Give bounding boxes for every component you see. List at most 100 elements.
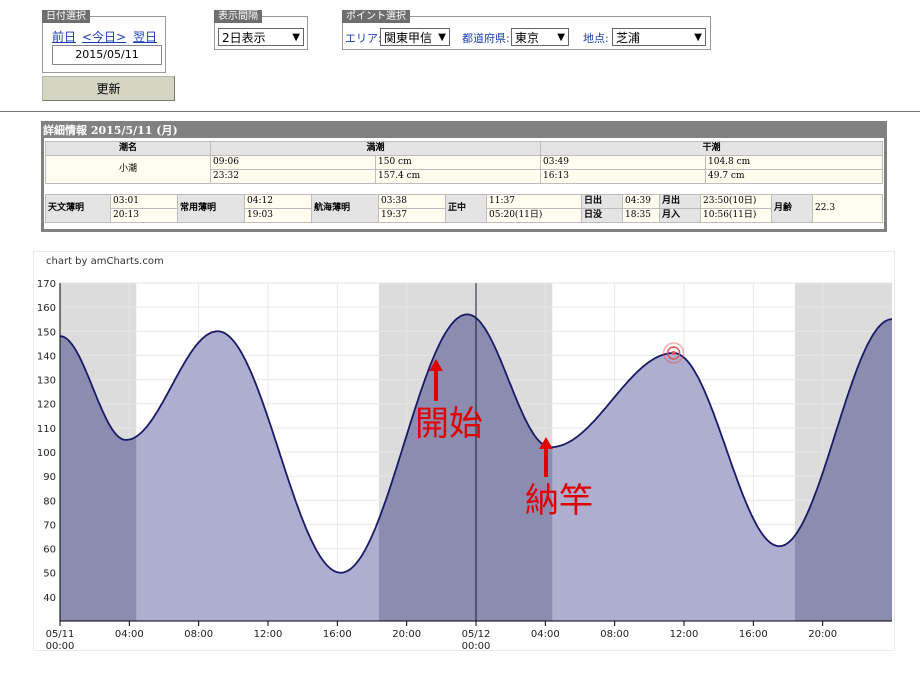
high-time-2: 23:32	[210, 169, 376, 184]
moon-age-value: 22.3	[812, 194, 883, 223]
area-value: 関東甲信	[384, 31, 433, 45]
noon-label: 正中	[445, 194, 487, 223]
y-tick-label: 140	[37, 351, 56, 362]
low-tide-header: 干潮	[540, 141, 883, 156]
y-tick-label: 120	[37, 400, 56, 411]
spot-label: 地点:	[583, 32, 609, 45]
next-day-link[interactable]: 翌日	[133, 28, 157, 45]
display-interval-group: 表示間隔 2日表示 ▼	[214, 10, 310, 52]
low-time-2: 16:13	[540, 169, 706, 184]
detail-panel: 詳細情報 2015/5/11 (月) 潮名 満潮 干潮 小潮 09:06 150…	[41, 121, 887, 232]
point-select-label: ポイント選択	[342, 10, 410, 23]
chevron-down-icon: ▼	[438, 32, 446, 43]
sunrise-value: 04:39	[622, 194, 660, 209]
astro-twilight-label: 天文薄明	[45, 194, 111, 223]
x-tick-label: 04:00	[115, 629, 144, 640]
x-tick-label-2: 00:00	[462, 641, 491, 651]
chevron-down-icon: ▼	[292, 32, 300, 43]
moonset-label: 月入	[659, 208, 701, 223]
sun-moon-table: 天文薄明 03:01 常用薄明 04:12 航海薄明 03:38 正中 11:3…	[45, 194, 883, 223]
x-tick-label: 05/12	[462, 629, 491, 640]
x-tick-label: 08:00	[600, 629, 629, 640]
tide-chart[interactable]: 40 50 60 70 80 90 100 110 120 130 140 150 160 170 05/1…	[33, 251, 895, 652]
sunrise-label: 日出	[581, 194, 623, 209]
x-tick-label: 20:00	[392, 629, 421, 640]
update-button[interactable]: 更新	[42, 76, 175, 101]
marker-dot	[671, 351, 676, 356]
moonrise-label: 月出	[659, 194, 701, 209]
noon-2: 05:20(11日)	[486, 208, 582, 223]
astro-twilight-2: 20:13	[110, 208, 178, 223]
y-tick-label: 150	[37, 327, 56, 338]
high-time-1: 09:06	[210, 155, 376, 170]
moonset-value: 10:56(11日)	[700, 208, 772, 223]
y-tick-label: 160	[37, 303, 56, 314]
high-level-1: 150 cm	[375, 155, 541, 170]
tide-table: 潮名 満潮 干潮 小潮 09:06 150 cm 03:49 104.8 cm …	[45, 141, 883, 184]
tide-name-header: 潮名	[45, 141, 211, 156]
x-tick-label: 12:00	[254, 629, 283, 640]
x-tick-label: 16:00	[739, 629, 768, 640]
sunset-label: 日没	[581, 208, 623, 223]
x-tick-label: 16:00	[323, 629, 352, 640]
y-tick-label: 80	[43, 496, 56, 507]
area-select[interactable]: 関東甲信 ▼	[380, 28, 450, 46]
display-interval-label: 表示間隔	[214, 10, 262, 23]
area-label: エリア:	[345, 32, 382, 45]
y-tick-label: 40	[43, 593, 56, 604]
low-level-2: 49.7 cm	[705, 169, 883, 184]
detail-title: 詳細情報 2015/5/11 (月)	[43, 124, 178, 137]
x-tick-label-2: 00:00	[46, 641, 75, 651]
high-tide-header: 満潮	[210, 141, 541, 156]
date-field[interactable]: 2015/05/11	[52, 45, 162, 65]
chevron-down-icon: ▼	[557, 32, 565, 43]
prefecture-select[interactable]: 東京 ▼	[511, 28, 569, 46]
chevron-down-icon: ▼	[694, 32, 702, 43]
annotation-finish: 納竿	[525, 481, 593, 521]
y-tick-label: 70	[43, 520, 56, 531]
spot-value: 芝浦	[616, 31, 641, 45]
moon-age-label: 月齢	[771, 194, 813, 223]
astro-twilight-1: 03:01	[110, 194, 178, 209]
y-tick-label: 60	[43, 545, 56, 556]
x-tick-label: 05/11	[46, 629, 75, 640]
prefecture-value: 東京	[515, 31, 540, 45]
date-select-label: 日付選択	[42, 10, 90, 23]
y-tick-label: 130	[37, 376, 56, 387]
y-tick-label: 170	[37, 279, 56, 290]
y-tick-label: 90	[43, 472, 56, 483]
x-tick-label: 20:00	[808, 629, 837, 640]
arrow-up-icon	[539, 437, 553, 477]
y-tick-label: 50	[43, 569, 56, 580]
divider	[0, 111, 920, 112]
moonrise-value: 23:50(10日)	[700, 194, 772, 209]
display-interval-select[interactable]: 2日表示 ▼	[218, 28, 304, 46]
civil-twilight-1: 04:12	[244, 194, 312, 209]
display-interval-value: 2日表示	[222, 31, 266, 45]
nautical-twilight-label: 航海薄明	[311, 194, 379, 223]
spot-select[interactable]: 芝浦 ▼	[612, 28, 706, 46]
y-tick-label: 110	[37, 424, 56, 435]
civil-twilight-2: 19:03	[244, 208, 312, 223]
chart-credit[interactable]: chart by amCharts.com	[46, 256, 164, 267]
high-level-2: 157.4 cm	[375, 169, 541, 184]
arrow-up-icon	[429, 359, 443, 401]
low-level-1: 104.8 cm	[705, 155, 883, 170]
civil-twilight-label: 常用薄明	[177, 194, 245, 223]
annotation-start: 開始	[415, 404, 483, 444]
x-tick-label: 08:00	[184, 629, 213, 640]
tide-name-cell: 小潮	[45, 155, 211, 184]
detail-inner: 潮名 満潮 干潮 小潮 09:06 150 cm 03:49 104.8 cm …	[44, 138, 884, 229]
prefecture-label: 都道府県:	[462, 32, 510, 45]
low-time-1: 03:49	[540, 155, 706, 170]
nautical-twilight-2: 19:37	[378, 208, 446, 223]
today-link[interactable]: <今日>	[82, 28, 126, 45]
noon-1: 11:37	[486, 194, 582, 209]
prev-day-link[interactable]: 前日	[52, 28, 76, 45]
x-tick-label: 12:00	[670, 629, 699, 640]
point-select-group: ポイント選択 エリア: 関東甲信 ▼ 都道府県: 東京 ▼ 地点: 芝浦 ▼	[342, 10, 712, 52]
nautical-twilight-1: 03:38	[378, 194, 446, 209]
sunset-value: 18:35	[622, 208, 660, 223]
y-tick-label: 100	[37, 448, 56, 459]
x-tick-label: 04:00	[531, 629, 560, 640]
